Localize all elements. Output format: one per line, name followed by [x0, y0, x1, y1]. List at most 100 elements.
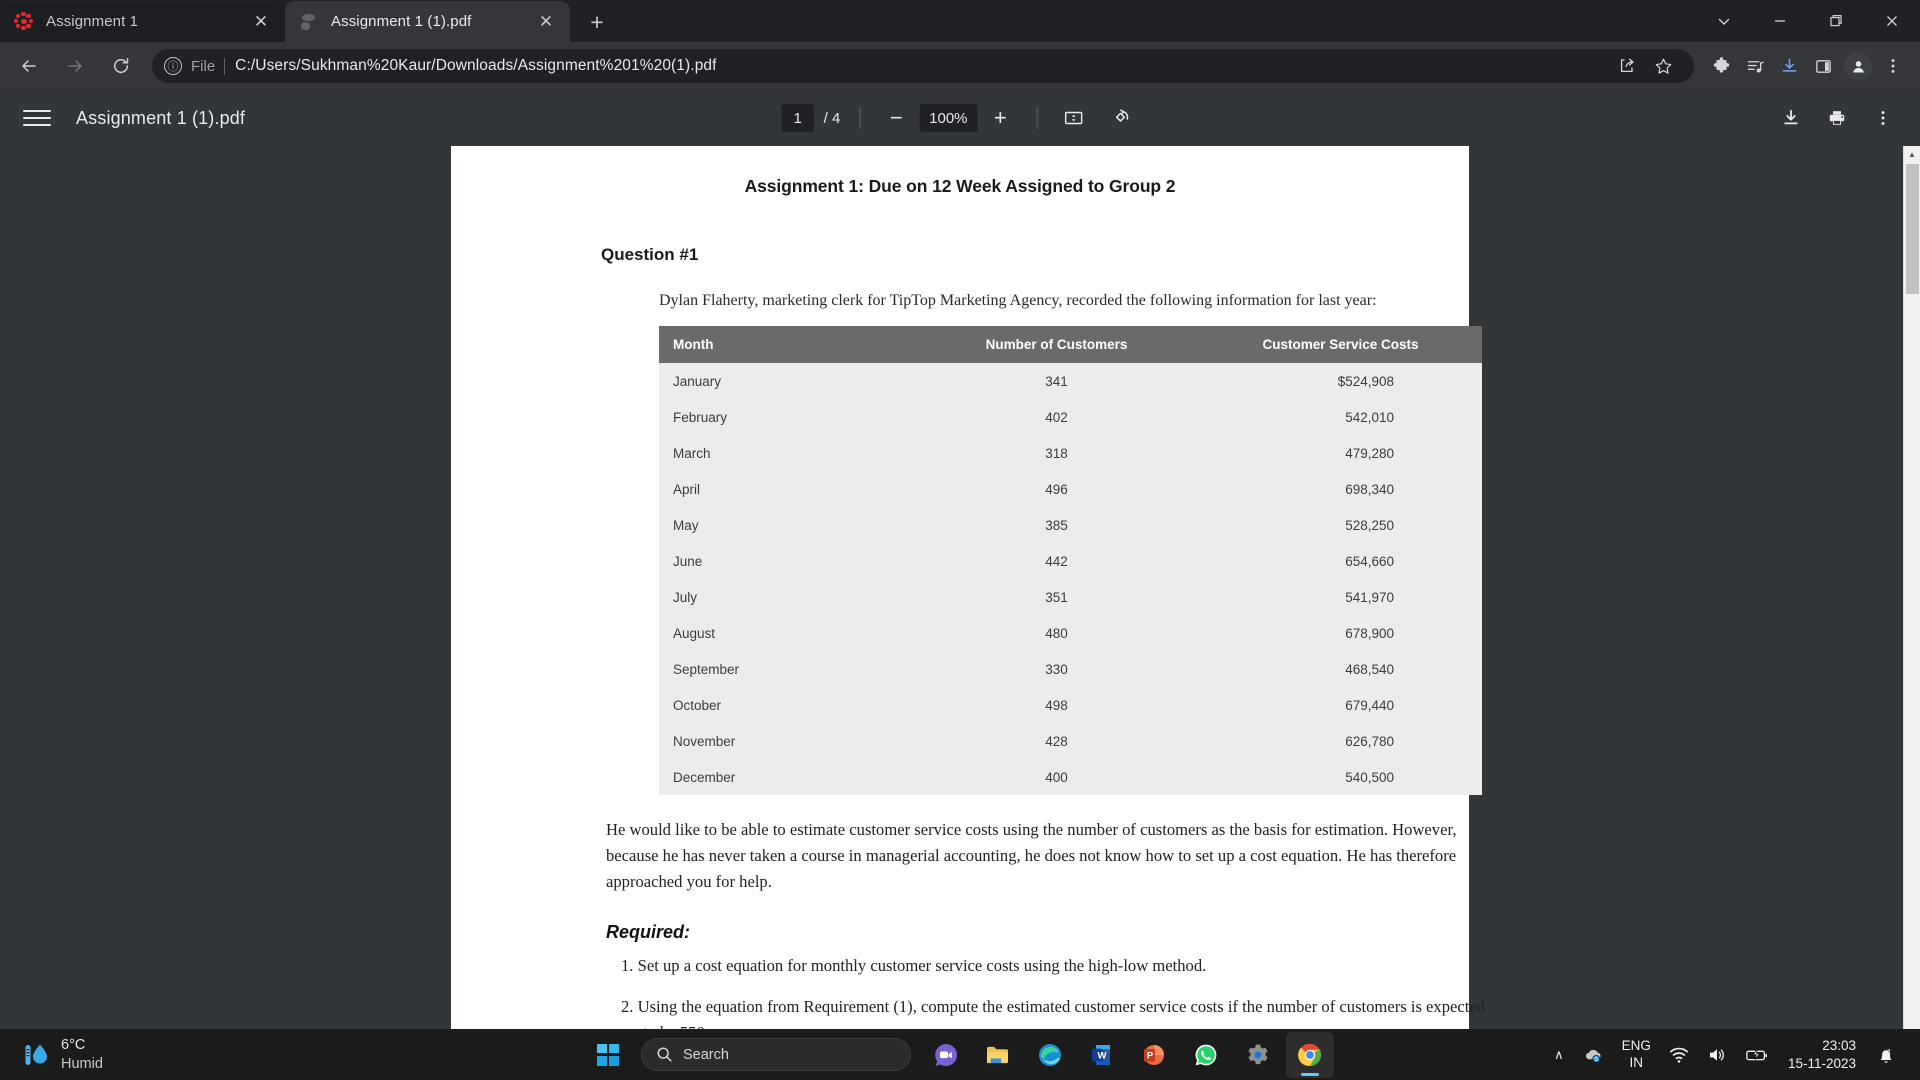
page-number-input[interactable]: 1 — [782, 104, 814, 132]
required-list: 1. Set up a cost equation for monthly cu… — [621, 953, 1491, 1029]
tab-close-icon[interactable]: ✕ — [534, 10, 558, 34]
toolbar-divider — [1036, 107, 1037, 129]
scroll-up-arrow-icon[interactable]: ▲ — [1904, 146, 1920, 163]
cell-month: July — [659, 579, 914, 615]
cell-cost: 541,970 — [1199, 579, 1482, 615]
cell-month: January — [659, 363, 914, 399]
pdf-filename: Assignment 1 (1).pdf — [76, 108, 245, 129]
edge-icon — [1036, 1041, 1064, 1069]
weather-droplet-icon — [22, 1040, 52, 1070]
volume-icon[interactable] — [1698, 1032, 1736, 1078]
download-icon[interactable] — [1772, 49, 1806, 83]
pdf-print-icon[interactable] — [1820, 101, 1854, 135]
table-row: May 385 528,250 — [659, 507, 1482, 543]
table-row: September 330 468,540 — [659, 651, 1482, 687]
chrome-browser-window: Assignment 1 ✕ Assignment 1 (1).pdf ✕ + — [0, 0, 1920, 1029]
cell-month: February — [659, 399, 914, 435]
minimize-icon[interactable] — [1752, 0, 1808, 41]
taskbar-app-word[interactable]: W — [1078, 1032, 1126, 1078]
taskbar-search-box[interactable]: Search — [641, 1038, 911, 1071]
start-button[interactable] — [584, 1032, 632, 1078]
taskbar-app-chrome[interactable] — [1286, 1032, 1334, 1078]
zoom-out-button[interactable]: − — [879, 101, 913, 135]
cell-cost: $524,908 — [1199, 363, 1482, 399]
cell-cost: 626,780 — [1199, 723, 1482, 759]
cell-month: October — [659, 687, 914, 723]
bookmark-star-icon[interactable] — [1646, 49, 1680, 83]
extensions-puzzle-icon[interactable] — [1704, 49, 1738, 83]
tab-close-icon[interactable]: ✕ — [249, 10, 273, 34]
notifications-dnd-icon[interactable]: z — [1866, 1032, 1906, 1078]
wifi-icon[interactable] — [1660, 1032, 1698, 1078]
teams-chat-icon — [932, 1041, 960, 1069]
media-list-icon[interactable] — [1738, 49, 1772, 83]
language-indicator[interactable]: ENG IN — [1613, 1032, 1660, 1078]
cell-month: April — [659, 471, 914, 507]
address-bar[interactable]: ⓘ File C:/Users/Sukhman%20Kaur/Downloads… — [152, 49, 1694, 83]
cell-cost: 479,280 — [1199, 435, 1482, 471]
vertical-scrollbar[interactable]: ▲ — [1903, 146, 1920, 1029]
taskbar-app-settings[interactable] — [1234, 1032, 1282, 1078]
close-icon[interactable] — [1864, 0, 1920, 41]
pdf-page-1: Assignment 1: Due on 12 Week Assigned to… — [451, 146, 1469, 1029]
fit-to-page-icon[interactable] — [1056, 101, 1090, 135]
language-primary: ENG — [1622, 1038, 1651, 1054]
zoom-in-button[interactable]: + — [983, 101, 1017, 135]
profile-avatar-icon[interactable] — [1844, 52, 1872, 80]
forward-icon[interactable] — [55, 46, 95, 86]
table-body: January 341 $524,908 February 402 542,01… — [659, 363, 1482, 795]
cell-month: December — [659, 759, 914, 795]
weather-widget[interactable]: 6°C Humid — [0, 1036, 300, 1072]
question-heading: Question #1 — [601, 245, 1409, 265]
intro-paragraph: Dylan Flaherty, marketing clerk for TipT… — [659, 292, 1409, 310]
taskbar-clock[interactable]: 23:03 15-11-2023 — [1778, 1037, 1866, 1072]
battery-charging-icon[interactable] — [1736, 1032, 1778, 1078]
onedrive-sync-icon[interactable] — [1573, 1032, 1613, 1078]
site-info-icon[interactable]: ⓘ — [164, 57, 182, 75]
chrome-icon — [1296, 1041, 1324, 1069]
column-header-customers: Number of Customers — [914, 326, 1199, 363]
windows-logo-icon — [597, 1044, 619, 1066]
taskbar-app-teams[interactable] — [922, 1032, 970, 1078]
chrome-menu-icon[interactable] — [1876, 49, 1910, 83]
reload-icon[interactable] — [101, 46, 141, 86]
pdf-document-viewport[interactable]: Assignment 1: Due on 12 Week Assigned to… — [0, 146, 1920, 1029]
restore-icon[interactable] — [1808, 0, 1864, 41]
clock-date: 15-11-2023 — [1788, 1055, 1856, 1073]
back-icon[interactable] — [9, 46, 49, 86]
taskbar-app-whatsapp[interactable] — [1182, 1032, 1230, 1078]
pdf-more-options-icon[interactable] — [1866, 101, 1900, 135]
tab-search-chevron-icon[interactable] — [1696, 0, 1752, 41]
tray-overflow-icon[interactable]: ∧ — [1545, 1032, 1573, 1078]
cell-customers: 480 — [914, 615, 1199, 651]
required-heading: Required: — [606, 922, 1409, 943]
pdf-download-icon[interactable] — [1774, 101, 1808, 135]
whatsapp-icon — [1192, 1041, 1220, 1069]
browser-tab-assignment-1-pdf[interactable]: Assignment 1 (1).pdf ✕ — [285, 1, 570, 42]
cell-customers: 498 — [914, 687, 1199, 723]
svg-text:W: W — [1098, 1050, 1107, 1061]
table-row: February 402 542,010 — [659, 399, 1482, 435]
new-tab-button[interactable]: + — [580, 5, 614, 39]
body-paragraph: He would like to be able to estimate cus… — [606, 817, 1468, 896]
cell-customers: 402 — [914, 399, 1199, 435]
pdf-toolbar-actions — [1774, 101, 1900, 135]
taskbar-app-edge[interactable] — [1026, 1032, 1074, 1078]
zoom-level-value[interactable]: 100% — [919, 104, 977, 132]
word-icon: W — [1088, 1041, 1116, 1069]
pdf-sidebar-menu-icon[interactable] — [20, 101, 54, 135]
rotate-icon[interactable] — [1104, 101, 1138, 135]
pdf-toolbar: Assignment 1 (1).pdf 1 / 4 − 100% + — [0, 90, 1920, 146]
system-tray: ∧ ENG IN — [1545, 1032, 1920, 1078]
table-row: July 351 541,970 — [659, 579, 1482, 615]
share-icon[interactable] — [1610, 49, 1644, 83]
taskbar-app-powerpoint[interactable]: P — [1130, 1032, 1178, 1078]
cell-customers: 330 — [914, 651, 1199, 687]
taskbar-app-file-explorer[interactable] — [974, 1032, 1022, 1078]
table-row: November 428 626,780 — [659, 723, 1482, 759]
browser-tab-assignment-1[interactable]: Assignment 1 ✕ — [0, 1, 285, 42]
side-panel-icon[interactable] — [1806, 49, 1840, 83]
scrollbar-thumb[interactable] — [1906, 164, 1919, 294]
cell-cost: 468,540 — [1199, 651, 1482, 687]
table-row: December 400 540,500 — [659, 759, 1482, 795]
